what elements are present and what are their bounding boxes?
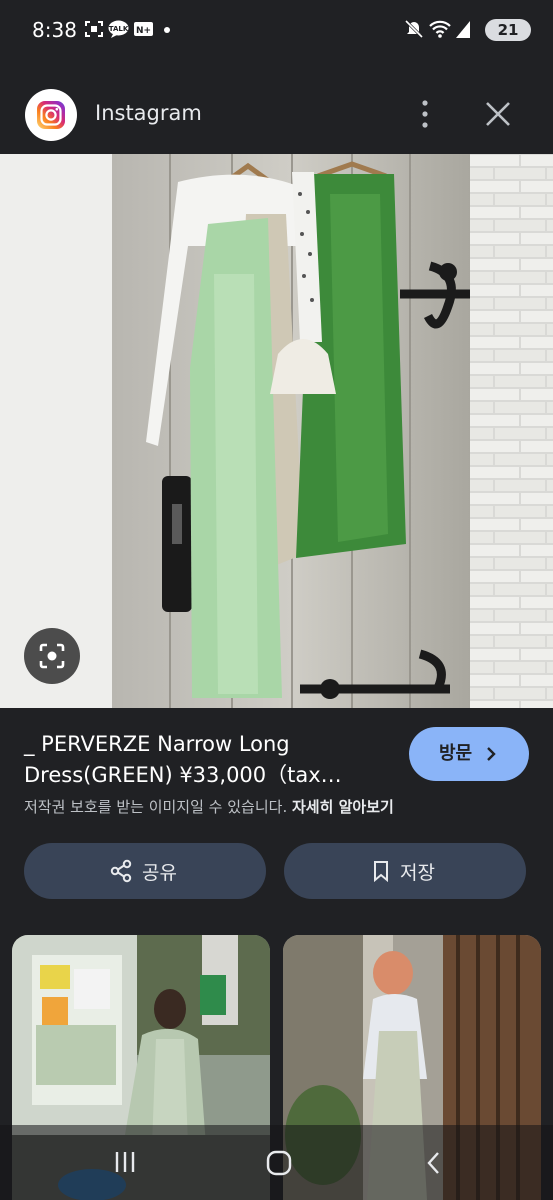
copyright-notice: 저작권 보호를 받는 이미지일 수 있습니다. 자세히 알아보기: [24, 796, 394, 817]
instagram-logo-icon: [25, 89, 77, 141]
share-icon: [110, 859, 132, 883]
visit-label: 방문: [439, 743, 473, 764]
signal-icon: [456, 21, 470, 38]
more-options-button[interactable]: [410, 96, 440, 132]
app-title: Instagram: [95, 101, 202, 125]
status-time: 8:38: [32, 18, 77, 42]
lens-search-button[interactable]: [24, 628, 80, 684]
dot-icon: [164, 27, 170, 33]
result-title[interactable]: _ PERVERZE Narrow Long Dress(GREEN) ¥33,…: [24, 729, 396, 791]
talk-icon: TALK: [108, 20, 129, 38]
svg-text:TALK: TALK: [109, 25, 129, 33]
battery-level: 21: [497, 21, 519, 39]
save-label: 저장: [400, 861, 435, 884]
chevron-right-icon: [487, 747, 496, 761]
share-label: 공유: [142, 861, 177, 884]
more-vert-icon: [422, 100, 428, 128]
learn-more-link[interactable]: 자세히 알아보기: [292, 798, 394, 816]
status-bar: 8:38 TALK N+ 21: [0, 0, 553, 60]
recent-apps-icon[interactable]: [112, 1149, 138, 1175]
save-button[interactable]: 저장: [284, 843, 526, 899]
close-button[interactable]: [480, 96, 516, 132]
result-image[interactable]: [0, 154, 553, 708]
visit-button[interactable]: 방문: [409, 727, 529, 781]
lens-icon: [39, 643, 65, 669]
nplus-icon: N+: [134, 22, 153, 36]
screenshot-icon: [85, 21, 103, 37]
wifi-icon: [429, 20, 451, 38]
battery-indicator: 21: [485, 19, 531, 41]
bookmark-icon: [374, 861, 388, 882]
close-icon: [486, 102, 510, 126]
copyright-text: 저작권 보호를 받는 이미지일 수 있습니다.: [24, 798, 288, 816]
navigation-bar: [0, 1125, 553, 1200]
back-icon[interactable]: [424, 1150, 444, 1176]
svg-text:N+: N+: [136, 26, 151, 36]
share-button[interactable]: 공유: [24, 843, 266, 899]
home-icon[interactable]: [265, 1149, 293, 1177]
mute-icon: [404, 20, 424, 38]
